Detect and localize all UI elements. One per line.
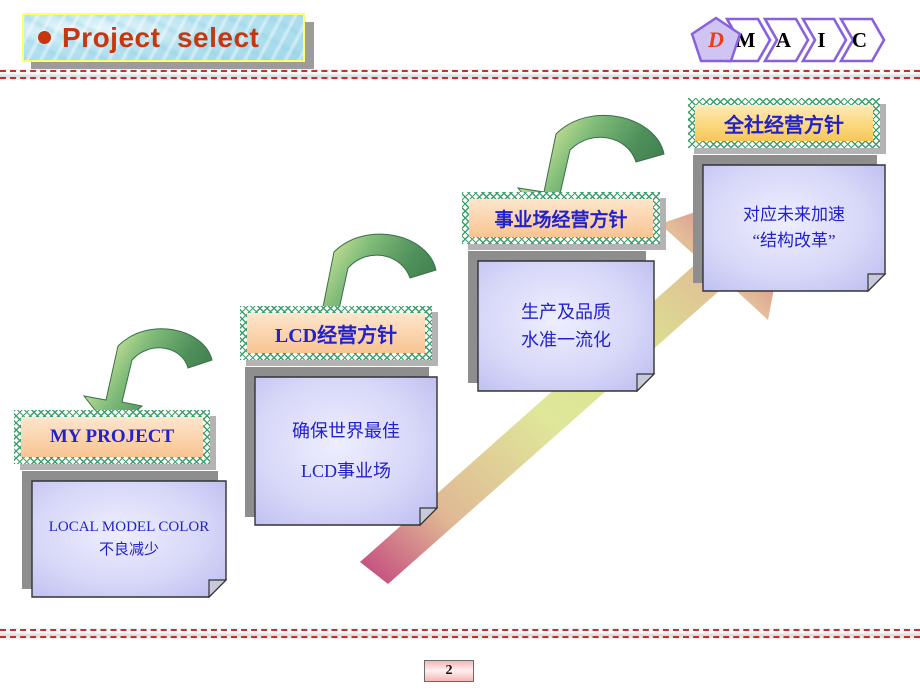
- tag-fill: 全社经营方针: [695, 105, 873, 141]
- page-title: Project select: [62, 21, 260, 53]
- note-body: [477, 260, 655, 392]
- tag-fill: 事业场经营方针: [469, 199, 653, 237]
- flow-step-1-tag-group: MY PROJECT: [14, 410, 216, 470]
- page-number-badge: 2: [424, 660, 474, 682]
- slide-canvas: Project select D M A I C MY PROJECT LOCA…: [0, 0, 920, 690]
- page-title-banner: Project select: [22, 13, 305, 62]
- flow-step-3-tag[interactable]: 事业场经营方针: [462, 192, 666, 250]
- flow-step-3-tag-label: 事业场经营方针: [494, 209, 628, 231]
- divider-dash-top: [0, 70, 920, 72]
- divider-dash-bottom: [0, 77, 920, 79]
- flow-step-2-tag-label: LCD经营方针: [274, 324, 398, 347]
- dmaic-phase-d[interactable]: D: [690, 16, 742, 64]
- dmaic-phase-c-label: C: [851, 27, 868, 52]
- divider-dash-bottom: [0, 636, 920, 638]
- note-body: [31, 480, 227, 598]
- header-divider: [0, 69, 920, 80]
- tag-zigzag-frame: MY PROJECT: [14, 410, 210, 464]
- flow-step-4-tag[interactable]: 全社经营方针: [688, 98, 886, 154]
- flow-step-3-tag-group: 事业场经营方针: [462, 192, 666, 250]
- footer-divider: [0, 628, 920, 639]
- dmaic-phase-d-label: D: [708, 27, 724, 52]
- dmaic-phase-bar: D M A I C: [690, 16, 886, 64]
- flow-step-4-note[interactable]: 对应未来加速 “结构改革”: [693, 155, 886, 292]
- flow-step-4-tag-label: 全社经营方针: [724, 114, 844, 137]
- divider-dash-top: [0, 629, 920, 631]
- bullet-dot-icon: [38, 31, 51, 44]
- tag-fill: LCD经营方针: [247, 313, 425, 353]
- note-body: [254, 376, 438, 526]
- tag-zigzag-frame: 全社经营方针: [688, 98, 880, 148]
- flow-step-2-tag-group: LCD经营方针: [240, 306, 438, 366]
- tag-zigzag-frame: LCD经营方针: [240, 306, 432, 360]
- note-body: [702, 164, 886, 292]
- flow-step-2-tag[interactable]: LCD经营方针: [240, 306, 438, 366]
- tag-zigzag-frame: 事业场经营方针: [462, 192, 660, 244]
- flow-step-3-note[interactable]: 生产及品质 水准一流化: [468, 251, 655, 392]
- flow-step-4-tag-group: 全社经营方针: [688, 98, 886, 154]
- dmaic-phase-c[interactable]: C: [839, 17, 886, 63]
- page-number: 2: [445, 663, 453, 678]
- flow-step-1-tag[interactable]: MY PROJECT: [14, 410, 216, 470]
- flow-step-2-note[interactable]: 确保世界最佳 LCD事业场: [245, 367, 438, 526]
- flow-step-1-tag-label: MY PROJECT: [49, 426, 175, 447]
- tag-fill: MY PROJECT: [21, 417, 203, 457]
- flow-step-1-note[interactable]: LOCAL MODEL COLOR 不良减少: [22, 471, 227, 598]
- diagram-stage: MY PROJECT LOCAL MODEL COLOR 不良减少 LCD经营方…: [0, 84, 920, 624]
